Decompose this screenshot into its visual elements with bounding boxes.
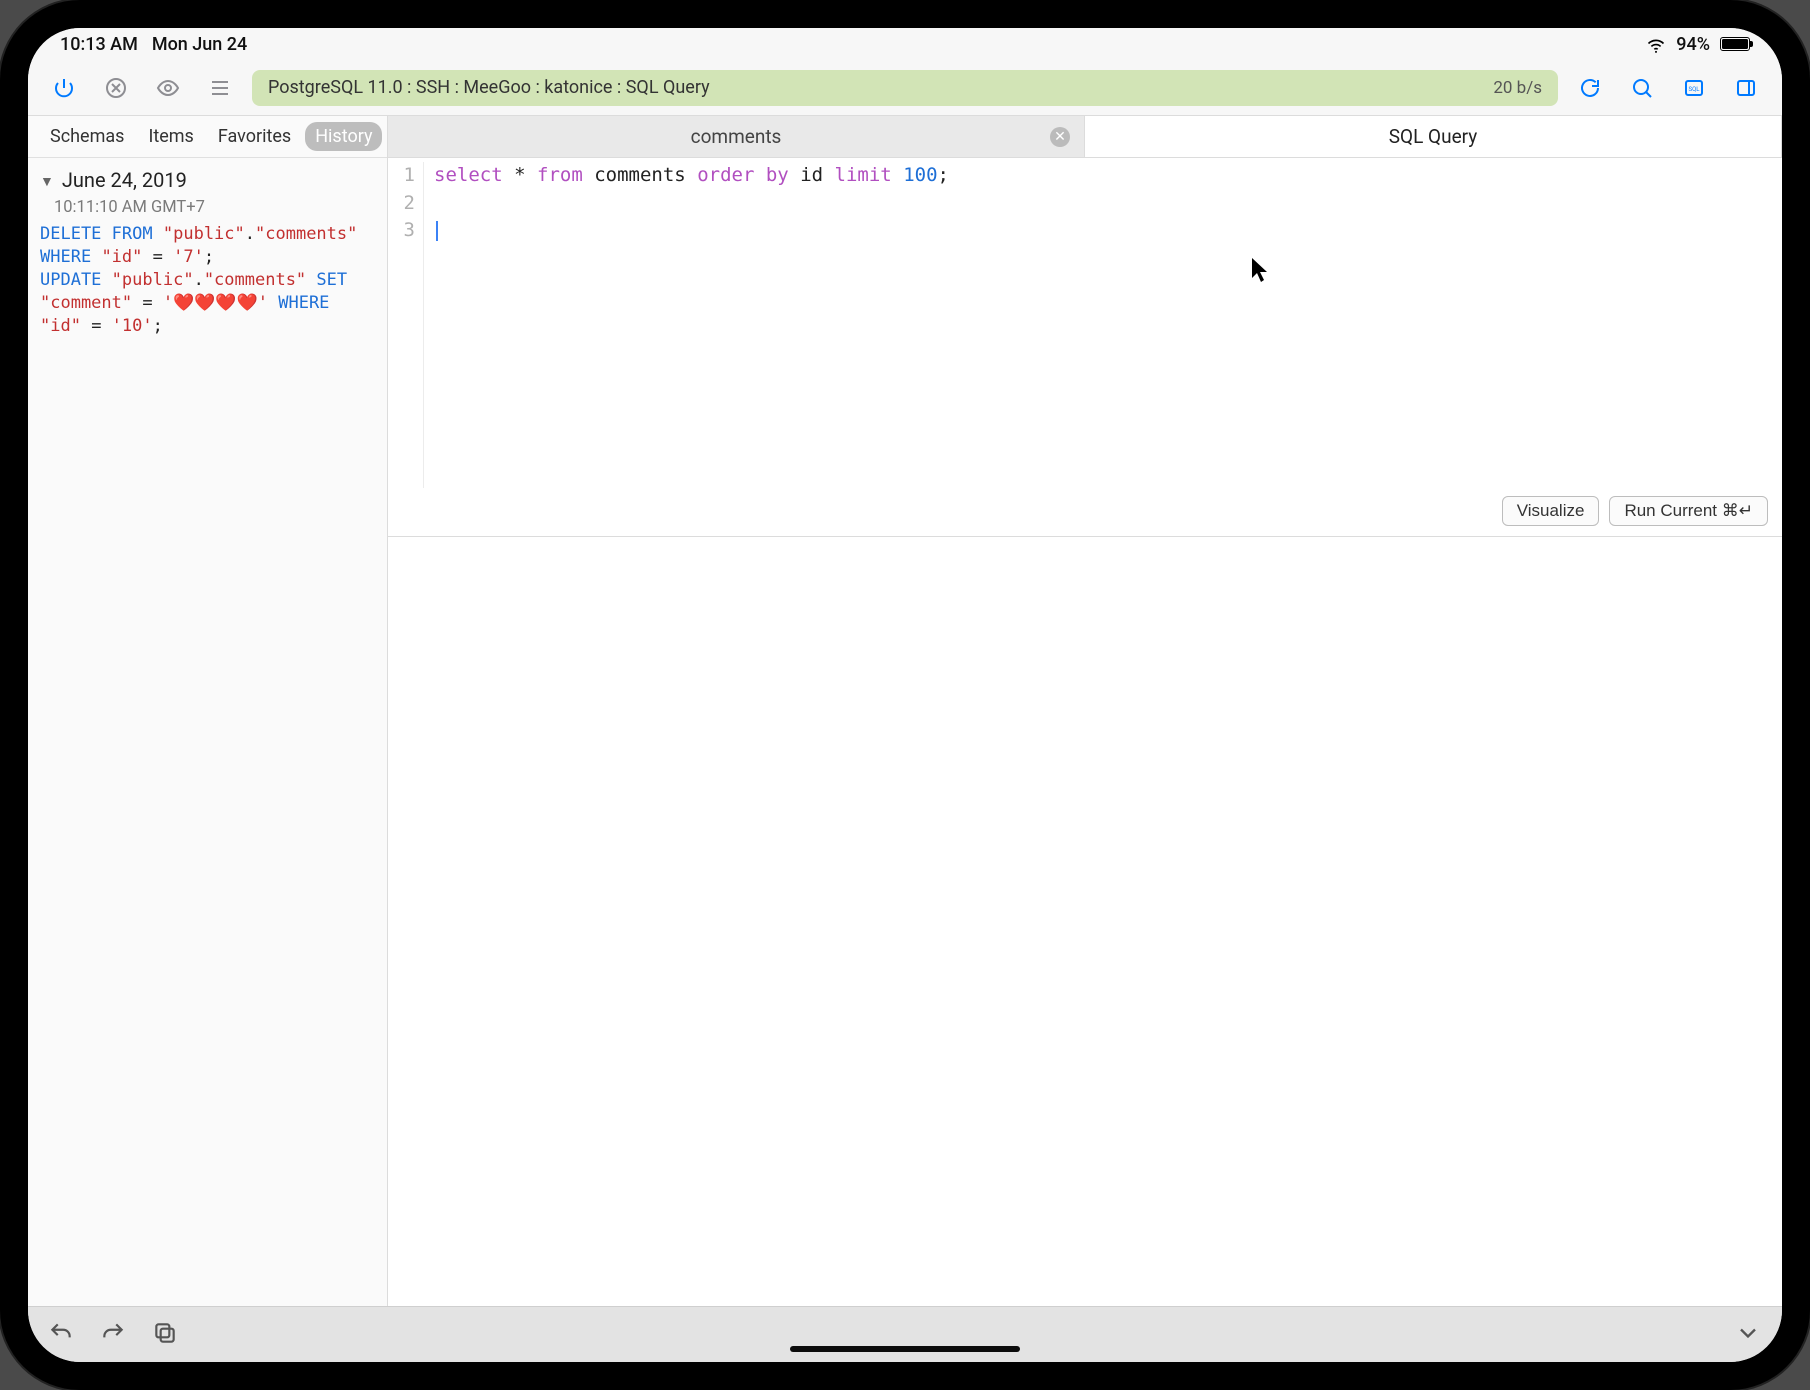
right-pane: comments ✕ SQL Query 1 2 3 select * from… bbox=[388, 116, 1782, 1306]
redo-icon[interactable] bbox=[100, 1320, 126, 1350]
history-timestamp: 10:11:10 AM GMT+7 bbox=[28, 196, 387, 223]
main-split: Schemas Items Favorites History ▼ June 2… bbox=[28, 116, 1782, 1306]
sidebar-tabs: Schemas Items Favorites History bbox=[28, 116, 387, 158]
power-icon[interactable] bbox=[44, 68, 84, 108]
run-current-button[interactable]: Run Current ⌘↵ bbox=[1609, 496, 1768, 526]
status-time: 10:13 AM bbox=[60, 34, 138, 55]
editor-actions: Visualize Run Current ⌘↵ bbox=[388, 488, 1782, 536]
history-date-label: June 24, 2019 bbox=[62, 168, 187, 192]
list-icon[interactable] bbox=[200, 68, 240, 108]
sidebar-tab-favorites[interactable]: Favorites bbox=[208, 122, 301, 151]
wifi-icon bbox=[1646, 36, 1666, 52]
screen: 10:13 AM Mon Jun 24 94% bbox=[28, 28, 1782, 1362]
visualize-button[interactable]: Visualize bbox=[1502, 496, 1600, 526]
sql-icon[interactable]: SQL bbox=[1674, 68, 1714, 108]
refresh-icon[interactable] bbox=[1570, 68, 1610, 108]
cancel-icon[interactable] bbox=[96, 68, 136, 108]
sidebar-tab-schemas[interactable]: Schemas bbox=[40, 122, 134, 151]
history-sql-snippet[interactable]: DELETE FROM "public"."comments"WHERE "id… bbox=[28, 223, 387, 350]
search-icon[interactable] bbox=[1622, 68, 1662, 108]
battery-icon bbox=[1720, 37, 1750, 51]
status-bar: 10:13 AM Mon Jun 24 94% bbox=[28, 28, 1782, 60]
sidebar-tab-history[interactable]: History bbox=[305, 122, 382, 151]
close-icon[interactable]: ✕ bbox=[1050, 127, 1070, 147]
panels-icon[interactable] bbox=[1726, 68, 1766, 108]
sidebar-tab-items[interactable]: Items bbox=[138, 122, 203, 151]
chevron-down-icon[interactable] bbox=[1734, 1332, 1762, 1351]
eye-icon[interactable] bbox=[148, 68, 188, 108]
battery-percent: 94% bbox=[1676, 34, 1710, 55]
status-date: Mon Jun 24 bbox=[152, 34, 247, 55]
home-indicator bbox=[790, 1346, 1020, 1352]
connection-rate: 20 b/s bbox=[1493, 78, 1542, 98]
history-date-header[interactable]: ▼ June 24, 2019 bbox=[28, 158, 387, 196]
app-toolbar: PostgreSQL 11.0 : SSH : MeeGoo : katonic… bbox=[28, 60, 1782, 116]
results-area bbox=[388, 537, 1782, 1306]
ipad-frame: 10:13 AM Mon Jun 24 94% bbox=[0, 0, 1810, 1390]
sidebar: Schemas Items Favorites History ▼ June 2… bbox=[28, 116, 388, 1306]
tab-comments[interactable]: comments ✕ bbox=[388, 116, 1085, 157]
sql-editor[interactable]: 1 2 3 select * from comments order by id… bbox=[388, 158, 1782, 488]
sql-editor-panel: 1 2 3 select * from comments order by id… bbox=[388, 158, 1782, 537]
tab-sql-query-label: SQL Query bbox=[1389, 125, 1478, 148]
tab-comments-label: comments bbox=[691, 125, 782, 148]
undo-icon[interactable] bbox=[48, 1320, 74, 1350]
document-tab-strip: comments ✕ SQL Query bbox=[388, 116, 1782, 158]
connection-label: PostgreSQL 11.0 : SSH : MeeGoo : katonic… bbox=[268, 77, 710, 98]
svg-text:SQL: SQL bbox=[1689, 86, 1701, 93]
connection-pill[interactable]: PostgreSQL 11.0 : SSH : MeeGoo : katonic… bbox=[252, 70, 1558, 106]
editor-code[interactable]: select * from comments order by id limit… bbox=[424, 162, 1782, 488]
disclosure-triangle-icon: ▼ bbox=[40, 173, 54, 190]
copy-icon[interactable] bbox=[152, 1320, 178, 1350]
tab-sql-query[interactable]: SQL Query bbox=[1085, 116, 1782, 157]
editor-gutter: 1 2 3 bbox=[388, 162, 424, 488]
bottom-bar bbox=[28, 1306, 1782, 1362]
